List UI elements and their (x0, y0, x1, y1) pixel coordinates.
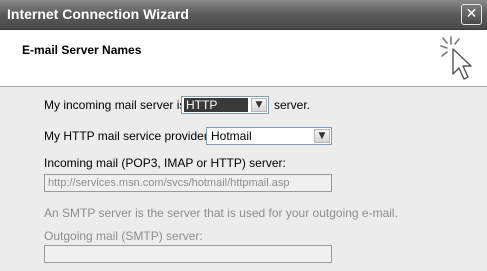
chevron-down-icon[interactable]: ▼ (314, 129, 330, 143)
outgoing-server-field[interactable] (44, 245, 332, 263)
wizard-sparkle-cursor-icon (440, 36, 472, 80)
incoming-type-label: My incoming mail server is a (44, 98, 196, 112)
smtp-info-text: An SMTP server is the server that is use… (44, 206, 398, 220)
close-icon: ✕ (465, 6, 478, 22)
incoming-server-field[interactable]: http://services.msn.com/svcs/hotmail/htt… (44, 174, 332, 192)
chevron-down-icon[interactable]: ▼ (251, 98, 267, 112)
window-title: Internet Connection Wizard (7, 6, 189, 22)
incoming-server-type-value: HTTP (184, 98, 248, 112)
incoming-type-suffix: server. (274, 98, 311, 112)
provider-select[interactable]: Hotmail ▼ (206, 127, 332, 145)
title-bar[interactable]: Internet Connection Wizard ✕ (0, 0, 487, 30)
close-button[interactable]: ✕ (461, 4, 482, 25)
wizard-header: E-mail Server Names (0, 30, 487, 87)
outgoing-server-label: Outgoing mail (SMTP) server: (44, 229, 203, 243)
provider-value: Hotmail (211, 129, 252, 143)
incoming-server-label: Incoming mail (POP3, IMAP or HTTP) serve… (44, 156, 286, 170)
page-title: E-mail Server Names (22, 43, 142, 57)
provider-label: My HTTP mail service provider is (44, 129, 220, 143)
incoming-server-type-select[interactable]: HTTP ▼ (181, 96, 269, 114)
